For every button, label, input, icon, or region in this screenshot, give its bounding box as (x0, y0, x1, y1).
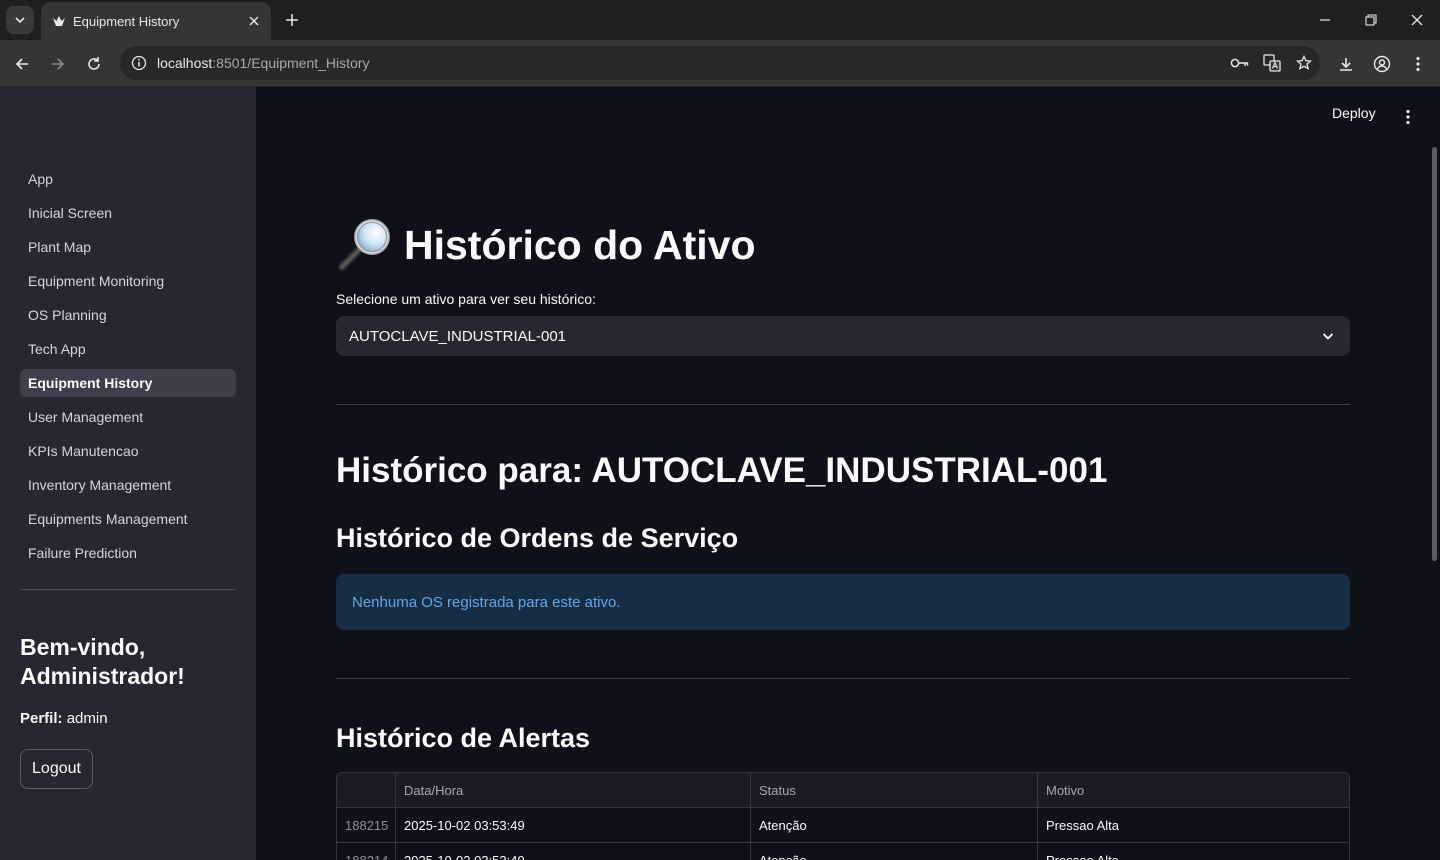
user-profile: Perfil: admin (20, 710, 108, 727)
table-row[interactable]: 188214 2025-10-02 03:53:49 Atenção Press… (337, 843, 1349, 860)
sidebar-item-equipment-history[interactable]: Equipment History (20, 369, 236, 397)
sidebar-nav: App Inicial Screen Plant Map Equipment M… (20, 165, 236, 573)
cell-status[interactable]: Atenção (751, 808, 1038, 843)
asset-history-heading: Histórico para: AUTOCLAVE_INDUSTRIAL-001 (336, 451, 1108, 490)
column-header-status[interactable]: Status (751, 773, 1038, 808)
column-header-datetime[interactable]: Data/Hora (396, 773, 751, 808)
browser-tab-active[interactable]: Equipment History (41, 2, 271, 40)
new-tab-icon[interactable] (280, 8, 304, 32)
key-icon[interactable] (1224, 46, 1256, 80)
page-title-row: Histórico do Ativo (336, 217, 756, 273)
alerts-history-heading: Histórico de Alertas (336, 723, 591, 753)
cell-status[interactable]: Atenção (751, 843, 1038, 860)
deploy-button[interactable]: Deploy (1332, 105, 1376, 121)
sidebar-item-os-planning[interactable]: OS Planning (20, 301, 236, 329)
cell-datetime[interactable]: 2025-10-02 03:53:49 (396, 808, 751, 843)
perfil-label: Perfil: (20, 710, 63, 727)
asset-select-label: Selecione um ativo para ver seu históric… (336, 291, 596, 307)
sidebar-item-inicial-screen[interactable]: Inicial Screen (20, 199, 236, 227)
logout-button[interactable]: Logout (20, 749, 93, 789)
address-bar[interactable]: localhost:8501/Equipment_History (120, 46, 1320, 80)
sidebar-item-kpis-manutencao[interactable]: KPIs Manutencao (20, 437, 236, 465)
chevron-down-icon (1322, 333, 1334, 340)
sidebar-item-app[interactable]: App (20, 165, 236, 193)
chevron-down-icon (15, 17, 25, 24)
streamlit-favicon-icon (51, 13, 67, 29)
url-text: localhost:8501/Equipment_History (157, 55, 370, 71)
cell-reason[interactable]: Pressao Alta (1038, 808, 1349, 843)
bookmark-star-icon[interactable] (1288, 46, 1320, 80)
page-scrollbar[interactable] (1432, 147, 1437, 561)
row-index: 188215 (337, 808, 396, 843)
profile-icon[interactable] (1367, 49, 1397, 79)
divider (336, 678, 1350, 679)
sidebar-item-equipments-management[interactable]: Equipments Management (20, 505, 236, 533)
divider (336, 404, 1350, 405)
download-icon[interactable] (1331, 49, 1361, 79)
os-history-heading: Histórico de Ordens de Serviço (336, 523, 739, 553)
tab-title: Equipment History (73, 13, 180, 29)
sidebar: App Inicial Screen Plant Map Equipment M… (0, 87, 256, 860)
restore-icon[interactable] (1356, 6, 1386, 34)
sidebar-item-equipment-monitoring[interactable]: Equipment Monitoring (20, 267, 236, 295)
column-header-reason[interactable]: Motivo (1038, 773, 1349, 808)
close-window-icon[interactable] (1402, 6, 1432, 34)
asset-select[interactable]: AUTOCLAVE_INDUSTRIAL-001 (336, 316, 1350, 356)
reload-icon[interactable] (79, 49, 109, 79)
translate-icon[interactable] (1256, 46, 1288, 80)
perfil-value: admin (66, 710, 108, 727)
browser-toolbar: localhost:8501/Equipment_History (0, 40, 1440, 87)
alerts-table[interactable]: Data/Hora Status Motivo 188215 2025-10-0… (336, 772, 1350, 860)
main-content: Deploy Histórico do Ativo Selecione um a… (256, 87, 1440, 860)
sidebar-item-plant-map[interactable]: Plant Map (20, 233, 236, 261)
main-menu-icon[interactable] (1398, 105, 1418, 129)
page-title: Histórico do Ativo (404, 221, 756, 268)
table-row[interactable]: 188215 2025-10-02 03:53:49 Atenção Press… (337, 808, 1349, 843)
browser-tabstrip: Equipment History (0, 0, 1440, 40)
browser-menu-icon[interactable] (1403, 49, 1433, 79)
tab-close-icon[interactable] (245, 12, 263, 30)
back-icon[interactable] (7, 49, 37, 79)
welcome-heading: Bem-vindo, Administrador! (20, 634, 185, 689)
table-header-row: Data/Hora Status Motivo (337, 773, 1349, 808)
sidebar-divider (20, 589, 236, 590)
site-info-icon[interactable] (128, 52, 150, 74)
sidebar-item-inventory-management[interactable]: Inventory Management (20, 471, 236, 499)
row-index: 188214 (337, 843, 396, 860)
asset-select-value: AUTOCLAVE_INDUSTRIAL-001 (349, 327, 567, 345)
tab-search-button[interactable] (6, 6, 34, 34)
sidebar-item-user-management[interactable]: User Management (20, 403, 236, 431)
minimize-icon[interactable] (1310, 6, 1340, 34)
magnifying-glass-icon (338, 219, 390, 271)
cell-datetime[interactable]: 2025-10-02 03:53:49 (396, 843, 751, 860)
forward-icon[interactable] (43, 49, 73, 79)
cell-reason[interactable]: Pressao Alta (1038, 843, 1349, 860)
sidebar-item-failure-prediction[interactable]: Failure Prediction (20, 539, 236, 567)
column-header-index[interactable] (337, 773, 396, 808)
sidebar-item-tech-app[interactable]: Tech App (20, 335, 236, 363)
os-info-alert: Nenhuma OS registrada para este ativo. (336, 574, 1350, 630)
